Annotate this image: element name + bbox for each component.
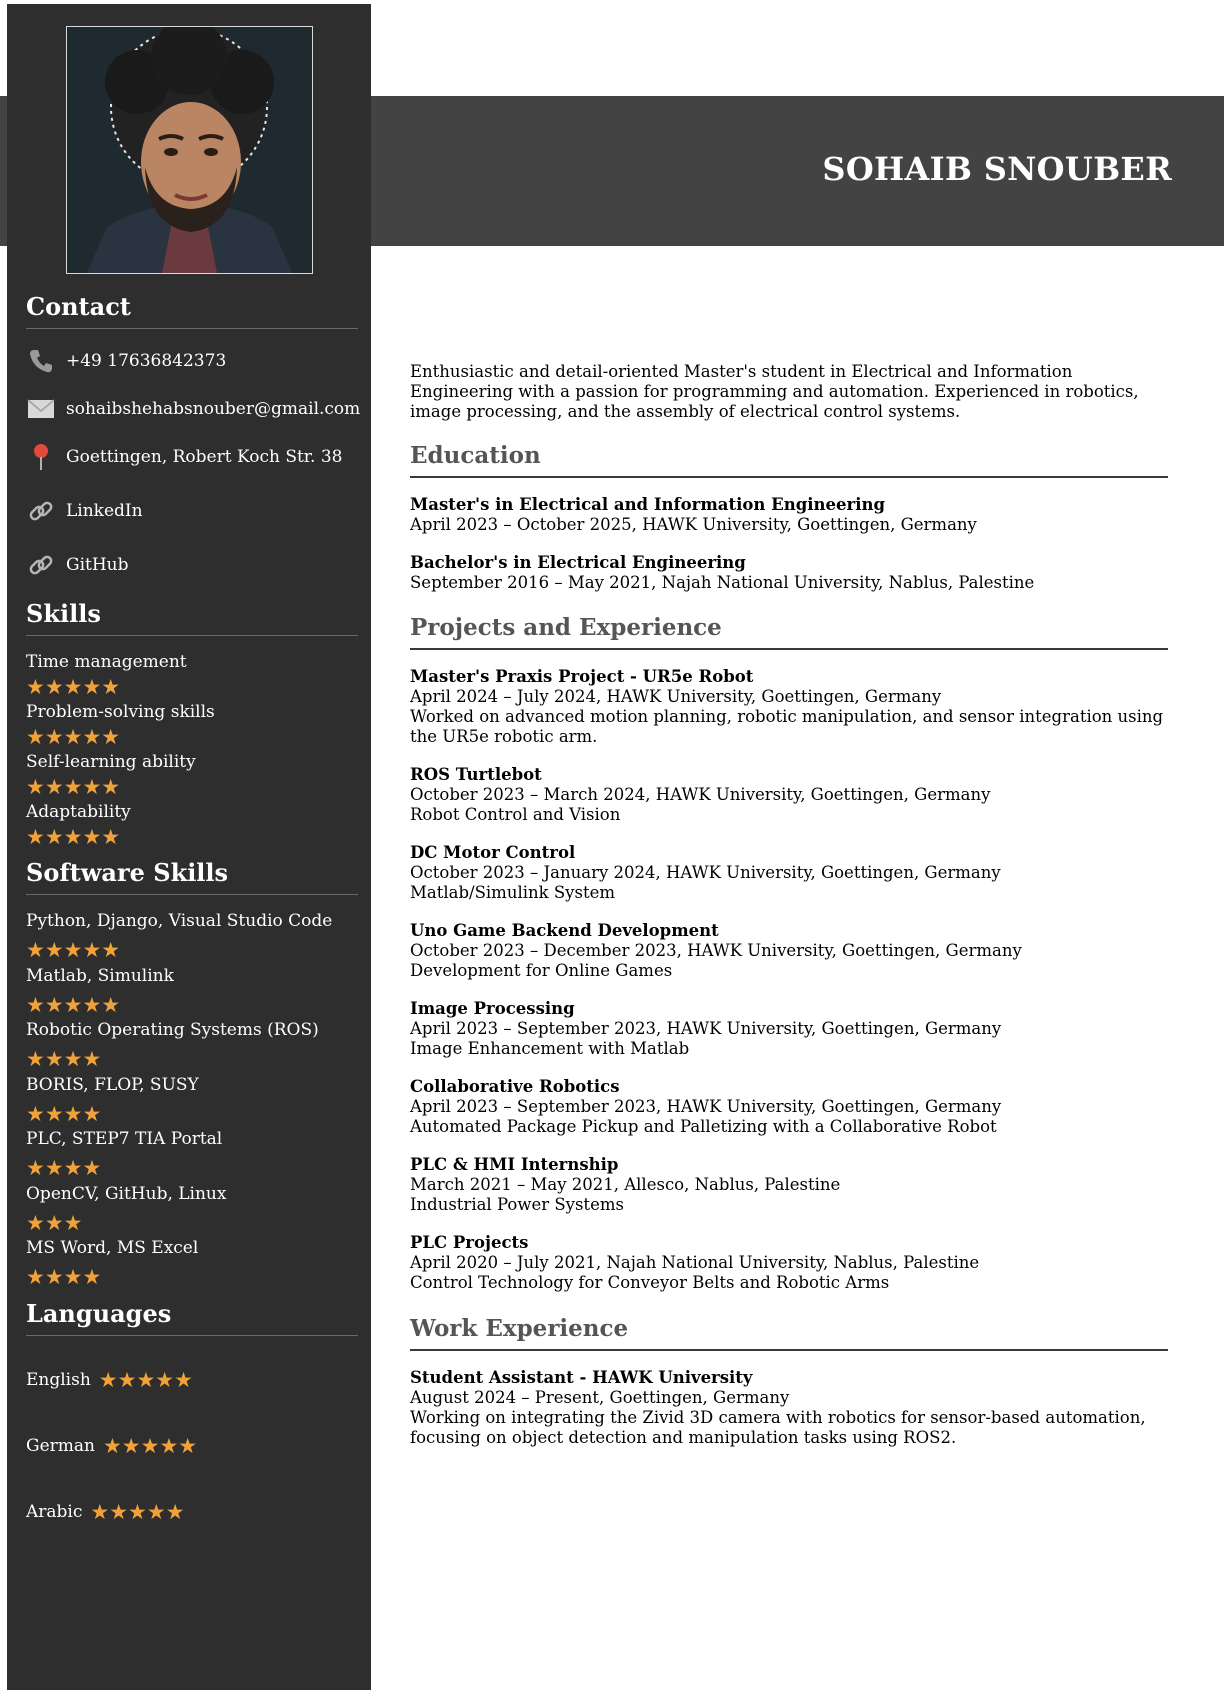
entry-meta: October 2023 – March 2024, HAWK Universi… bbox=[410, 785, 991, 804]
phone-icon bbox=[26, 346, 56, 376]
entry-title: Master's in Electrical and Information E… bbox=[410, 495, 886, 514]
project-entry: Master's Praxis Project - UR5e Robot Apr… bbox=[410, 667, 1170, 747]
skill-rating-stars: ★★★★★ bbox=[26, 775, 121, 799]
entry-meta: September 2016 – May 2021, Najah Nationa… bbox=[410, 573, 1035, 592]
entry-meta: April 2024 – July 2024, HAWK University,… bbox=[410, 687, 942, 706]
skills-heading: Skills bbox=[26, 599, 358, 636]
contact-email-text: sohaibshehabsnouber@gmail.com bbox=[66, 399, 361, 419]
software-skill-name: MS Word, MS Excel bbox=[26, 1238, 199, 1258]
entry-title: Collaborative Robotics bbox=[410, 1077, 620, 1096]
project-entry: Image Processing April 2023 – September … bbox=[410, 999, 1170, 1059]
project-entry: PLC Projects April 2020 – July 2021, Naj… bbox=[410, 1233, 1170, 1293]
software-skill-name: Robotic Operating Systems (ROS) bbox=[26, 1020, 319, 1040]
education-entry: Bachelor's in Electrical Engineering Sep… bbox=[410, 553, 1170, 593]
entry-meta: October 2023 – January 2024, HAWK Univer… bbox=[410, 863, 1001, 882]
education-heading: Education bbox=[410, 442, 1168, 478]
software-skill-name: BORIS, FLOP, SUSY bbox=[26, 1075, 199, 1095]
profile-photo bbox=[66, 26, 313, 274]
skill-rating-stars: ★★★ bbox=[26, 1211, 83, 1235]
entry-description: Working on integrating the Zivid 3D came… bbox=[410, 1408, 1146, 1447]
skill-rating-stars: ★★★★★ bbox=[26, 725, 121, 749]
candidate-name: SOHAIB SNOUBER bbox=[822, 150, 1172, 188]
entry-meta: April 2020 – July 2021, Najah National U… bbox=[410, 1253, 980, 1272]
entry-title: Student Assistant - HAWK University bbox=[410, 1368, 753, 1387]
skill-rating-stars: ★★★★ bbox=[26, 1156, 102, 1180]
entry-description: Control Technology for Conveyor Belts an… bbox=[410, 1273, 890, 1292]
entry-description: Matlab/Simulink System bbox=[410, 883, 616, 902]
skill-rating-stars: ★★★★★ bbox=[26, 825, 121, 849]
language-name: Arabic bbox=[26, 1502, 83, 1522]
project-entry: PLC & HMI Internship March 2021 – May 20… bbox=[410, 1155, 1170, 1215]
envelope-icon bbox=[26, 394, 56, 424]
software-skills-heading: Software Skills bbox=[26, 858, 358, 895]
software-skill-name: Python, Django, Visual Studio Code bbox=[26, 911, 333, 931]
skill-rating-stars: ★★★★ bbox=[26, 1047, 102, 1071]
link-icon bbox=[26, 496, 56, 526]
entry-description: Development for Online Games bbox=[410, 961, 673, 980]
language-row: German ★★★★★ bbox=[26, 1435, 197, 1457]
software-skill-name: PLC, STEP7 TIA Portal bbox=[26, 1129, 223, 1149]
entry-title: PLC Projects bbox=[410, 1233, 529, 1252]
language-rating-stars: ★★★★★ bbox=[102, 1434, 198, 1458]
entry-description: Worked on advanced motion planning, robo… bbox=[410, 707, 1164, 746]
entry-title: PLC & HMI Internship bbox=[410, 1155, 619, 1174]
project-entry: Uno Game Backend Development October 202… bbox=[410, 921, 1170, 981]
work-entry: Student Assistant - HAWK University Augu… bbox=[410, 1368, 1170, 1448]
linkedin-link[interactable]: LinkedIn bbox=[66, 501, 143, 521]
github-link[interactable]: GitHub bbox=[66, 555, 129, 575]
project-entry: DC Motor Control October 2023 – January … bbox=[410, 843, 1170, 903]
skill-rating-stars: ★★★★★ bbox=[26, 675, 121, 699]
entry-meta: April 2023 – September 2023, HAWK Univer… bbox=[410, 1097, 1002, 1116]
contact-email[interactable]: sohaibshehabsnouber@gmail.com bbox=[26, 394, 360, 424]
contact-phone: +49 17636842373 bbox=[26, 346, 226, 376]
contact-address: Goettingen, Robert Koch Str. 38 bbox=[26, 442, 343, 472]
skill-rating-stars: ★★★★★ bbox=[26, 938, 121, 962]
language-row: English ★★★★★ bbox=[26, 1369, 193, 1391]
contact-linkedin[interactable]: LinkedIn bbox=[26, 496, 143, 526]
entry-meta: August 2024 – Present, Goettingen, Germa… bbox=[410, 1388, 790, 1407]
language-name: German bbox=[26, 1436, 95, 1456]
language-name: English bbox=[26, 1370, 91, 1390]
entry-title: DC Motor Control bbox=[410, 843, 576, 862]
contact-address-text: Goettingen, Robert Koch Str. 38 bbox=[66, 447, 343, 467]
entry-title: ROS Turtlebot bbox=[410, 765, 542, 784]
language-row: Arabic ★★★★★ bbox=[26, 1501, 185, 1523]
projects-heading: Projects and Experience bbox=[410, 614, 1168, 650]
entry-description: Automated Package Pickup and Palletizing… bbox=[410, 1117, 997, 1136]
sidebar: Contact +49 17636842373 sohaibshehabsnou… bbox=[7, 4, 371, 1690]
skill-rating-stars: ★★★★★ bbox=[26, 993, 121, 1017]
contact-phone-text: +49 17636842373 bbox=[66, 351, 227, 371]
entry-meta: March 2021 – May 2021, Allesco, Nablus, … bbox=[410, 1175, 841, 1194]
work-experience-heading: Work Experience bbox=[410, 1315, 1168, 1351]
project-entry: Collaborative Robotics April 2023 – Sept… bbox=[410, 1077, 1170, 1137]
language-rating-stars: ★★★★★ bbox=[90, 1500, 185, 1524]
skill-rating-stars: ★★★★ bbox=[26, 1102, 102, 1126]
skill-name: Adaptability bbox=[26, 802, 131, 822]
contact-heading: Contact bbox=[26, 292, 358, 329]
software-skill-name: Matlab, Simulink bbox=[26, 966, 174, 986]
software-skill-name: OpenCV, GitHub, Linux bbox=[26, 1184, 227, 1204]
skill-name: Problem-solving skills bbox=[26, 702, 215, 722]
entry-description: Industrial Power Systems bbox=[410, 1195, 624, 1214]
education-entry: Master's in Electrical and Information E… bbox=[410, 495, 1170, 535]
entry-description: Image Enhancement with Matlab bbox=[410, 1039, 690, 1058]
profile-summary: Enthusiastic and detail-oriented Master'… bbox=[410, 362, 1139, 421]
project-entry: ROS Turtlebot October 2023 – March 2024,… bbox=[410, 765, 1170, 825]
skill-rating-stars: ★★★★ bbox=[26, 1265, 102, 1289]
entry-meta: October 2023 – December 2023, HAWK Unive… bbox=[410, 941, 1022, 960]
language-rating-stars: ★★★★★ bbox=[98, 1368, 193, 1392]
entry-title: Master's Praxis Project - UR5e Robot bbox=[410, 667, 754, 686]
entry-meta: April 2023 – September 2023, HAWK Univer… bbox=[410, 1019, 1002, 1038]
entry-meta: April 2023 – October 2025, HAWK Universi… bbox=[410, 515, 977, 534]
languages-heading: Languages bbox=[26, 1299, 358, 1336]
contact-github[interactable]: GitHub bbox=[26, 550, 129, 580]
link-icon bbox=[26, 550, 56, 580]
entry-title: Uno Game Backend Development bbox=[410, 921, 719, 940]
pin-icon bbox=[26, 442, 56, 472]
skill-name: Time management bbox=[26, 652, 187, 672]
entry-description: Robot Control and Vision bbox=[410, 805, 621, 824]
entry-title: Bachelor's in Electrical Engineering bbox=[410, 553, 746, 572]
entry-title: Image Processing bbox=[410, 999, 575, 1018]
skill-name: Self-learning ability bbox=[26, 752, 196, 772]
